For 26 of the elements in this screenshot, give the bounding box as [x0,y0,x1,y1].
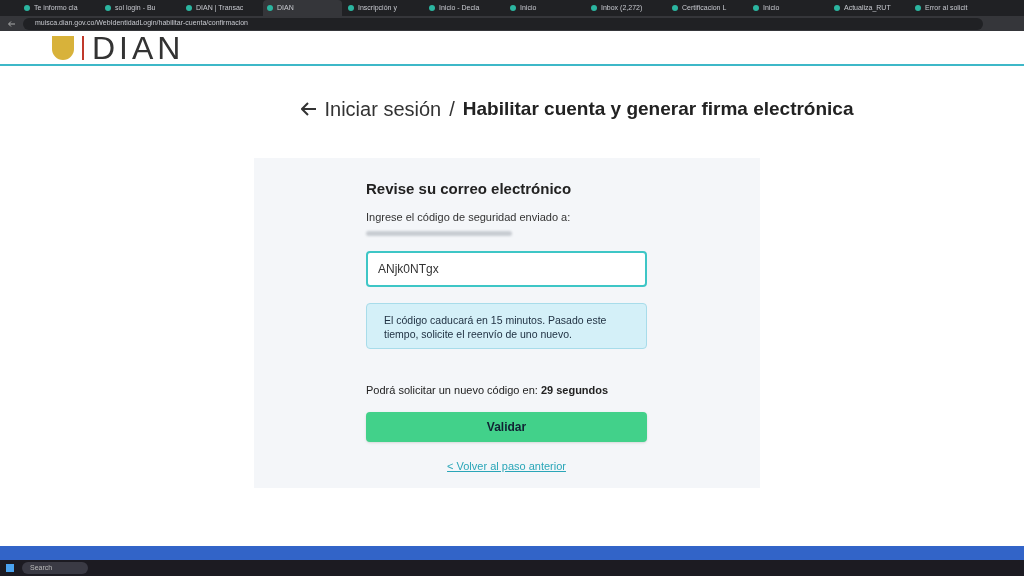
tab-favicon-icon [510,5,516,11]
logo-text: DIAN [92,31,185,64]
page-title: Habilitar cuenta y generar firma electrónica [462,96,854,121]
tab-favicon-icon [591,5,597,11]
tab-favicon-icon [105,5,111,11]
start-icon[interactable] [6,564,14,572]
resend-countdown: Podrá solicitar un nuevo código en: 29 segundos [366,383,610,398]
code-field[interactable]: ANjk0NTgx [366,251,647,287]
info-notice: El código caducará en 15 minutos. Pasado este tiempo, solicite el reenvío de uno nuevo. [366,303,647,349]
back-link[interactable]: Iniciar sesión [300,94,442,124]
back-icon[interactable] [8,20,15,27]
instruction-text: Ingrese el código de seguridad enviado a: [366,209,572,225]
tab-favicon-icon [186,5,192,11]
tab-favicon-icon [348,5,354,11]
tab-favicon-icon [672,5,678,11]
validate-button[interactable]: Validar [366,411,647,442]
tab-favicon-icon [834,5,840,11]
arrow-left-icon [300,102,317,116]
breadcrumb-separator: / [449,97,455,122]
tab-favicon-icon [429,5,435,11]
tab-favicon-icon [915,5,921,11]
card-title: Revise su correo electrónico [366,179,573,199]
coat-of-arms-icon [52,35,74,60]
tab-favicon-icon [753,5,759,11]
tab-favicon-icon [267,5,273,11]
tab-favicon-icon [24,5,30,11]
